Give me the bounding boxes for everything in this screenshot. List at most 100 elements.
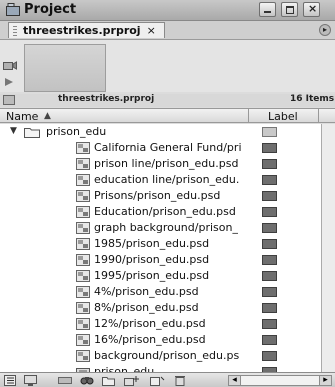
item-name: 4%/prison_edu.psd <box>94 285 199 298</box>
list-item[interactable]: prison_edu <box>0 364 321 372</box>
item-name: prison line/prison_edu.psd <box>94 157 239 170</box>
close-icon: × <box>308 2 318 15</box>
item-name: prison_edu <box>94 365 155 372</box>
play-icon[interactable] <box>4 77 14 87</box>
list-item[interactable]: education line/prison_edu. <box>0 172 321 188</box>
item-name: 12%/prison_edu.psd <box>94 317 206 330</box>
new-bin-icon[interactable] <box>102 375 115 386</box>
psd-file-icon <box>76 158 90 170</box>
find-icon[interactable] <box>80 375 94 386</box>
item-name: Education/prison_edu.psd <box>94 205 236 218</box>
list-item[interactable]: California General Fund/pri <box>0 140 321 156</box>
list-item[interactable]: 4%/prison_edu.psd <box>0 284 321 300</box>
psd-file-icon <box>76 318 90 330</box>
preview-area <box>0 40 335 92</box>
icon-view-icon[interactable] <box>24 375 37 386</box>
panel-bottom-toolbar: ◂ ▸ <box>0 372 335 387</box>
label-swatch[interactable] <box>262 239 277 249</box>
horizontal-scrollbar[interactable]: ◂ ▸ <box>228 375 332 386</box>
psd-file-icon <box>76 350 90 362</box>
bin-icon <box>3 95 15 105</box>
psd-file-icon <box>76 302 90 314</box>
item-name: graph background/prison_ <box>94 221 238 234</box>
item-name: 16%/prison_edu.psd <box>94 333 206 346</box>
label-swatch[interactable] <box>262 319 277 329</box>
item-name: 8%/prison_edu.psd <box>94 301 199 314</box>
scroll-left-icon[interactable]: ◂ <box>229 376 241 385</box>
list-item[interactable]: 12%/prison_edu.psd <box>0 316 321 332</box>
label-swatch[interactable] <box>262 223 277 233</box>
vertical-scrollbar[interactable] <box>321 124 335 372</box>
list-item[interactable]: 16%/prison_edu.psd <box>0 332 321 348</box>
list-view-icon[interactable] <box>4 375 16 386</box>
window-title: Project <box>24 2 77 17</box>
column-label-header[interactable]: Label <box>268 110 298 123</box>
list-item[interactable]: Education/prison_edu.psd <box>0 204 321 220</box>
tab-label: threestrikes.prproj <box>23 24 141 37</box>
list-item[interactable]: Prisons/prison_edu.psd <box>0 188 321 204</box>
list-item[interactable]: 1995/prison_edu.psd <box>0 268 321 284</box>
bin-name: prison_edu <box>46 125 107 138</box>
label-swatch[interactable] <box>262 143 277 153</box>
new-item-icon[interactable] <box>124 375 140 386</box>
minimize-button[interactable] <box>259 2 276 17</box>
psd-file-icon <box>76 190 90 202</box>
drag-grip-icon[interactable] <box>13 26 17 36</box>
automate-to-sequence-icon[interactable] <box>58 375 72 386</box>
column-divider[interactable] <box>318 109 319 122</box>
item-name: background/prison_edu.ps <box>94 349 240 362</box>
column-name-header[interactable]: Name <box>6 110 38 123</box>
label-swatch[interactable] <box>262 303 277 313</box>
psd-file-icon <box>76 254 90 266</box>
tab-close-icon[interactable]: × <box>147 24 156 37</box>
project-app-icon <box>6 3 20 16</box>
project-panel: Project × threestrikes.prproj × ▸ threest… <box>0 0 335 387</box>
poster-frame-icon[interactable] <box>3 61 17 70</box>
item-name: 1990/prison_edu.psd <box>94 253 210 266</box>
list-item[interactable]: 8%/prison_edu.psd <box>0 300 321 316</box>
delete-icon[interactable] <box>174 375 186 386</box>
label-swatch[interactable] <box>262 287 277 297</box>
column-divider[interactable] <box>248 109 249 122</box>
project-item-list: ▼ prison_edu California General Fund/pri… <box>0 124 321 372</box>
psd-file-icon <box>76 206 90 218</box>
panel-menu-button[interactable]: ▸ <box>319 24 331 36</box>
label-swatch[interactable] <box>262 191 277 201</box>
item-name: education line/prison_edu. <box>94 173 240 186</box>
item-count: 16 Items <box>290 94 335 104</box>
label-swatch[interactable] <box>262 207 277 217</box>
label-swatch[interactable] <box>262 175 277 185</box>
project-info-bar: threestrikes.prproj 16 Items <box>0 94 335 107</box>
list-item[interactable]: 1990/prison_edu.psd <box>0 252 321 268</box>
scroll-right-icon[interactable]: ▸ <box>319 376 331 385</box>
psd-file-icon <box>76 142 90 154</box>
bin-row[interactable]: ▼ prison_edu <box>0 124 321 140</box>
tab-project-file[interactable]: threestrikes.prproj × <box>8 22 165 38</box>
list-item[interactable]: background/prison_edu.ps <box>0 348 321 364</box>
list-item[interactable]: graph background/prison_ <box>0 220 321 236</box>
label-swatch[interactable] <box>262 271 277 281</box>
clear-icon[interactable] <box>148 375 165 386</box>
psd-file-icon <box>76 222 90 234</box>
project-name: threestrikes.prproj <box>58 94 155 104</box>
close-window-button[interactable]: × <box>303 2 320 17</box>
label-swatch[interactable] <box>262 127 277 137</box>
label-swatch[interactable] <box>262 255 277 265</box>
title-bar[interactable]: Project × <box>0 0 335 21</box>
label-swatch[interactable] <box>262 335 277 345</box>
label-swatch[interactable] <box>262 159 277 169</box>
label-swatch[interactable] <box>262 351 277 361</box>
sort-ascending-icon[interactable]: ▲ <box>44 111 51 121</box>
column-header: Name ▲ Label <box>0 108 335 123</box>
item-name: Prisons/prison_edu.psd <box>94 189 221 202</box>
list-item[interactable]: prison line/prison_edu.psd <box>0 156 321 172</box>
panel-tab-bar: threestrikes.prproj × ▸ <box>0 21 335 40</box>
folder-icon <box>24 128 40 138</box>
list-item[interactable]: 1985/prison_edu.psd <box>0 236 321 252</box>
item-name: 1985/prison_edu.psd <box>94 237 210 250</box>
psd-file-icon <box>76 286 90 298</box>
disclosure-triangle-icon[interactable]: ▼ <box>10 126 17 136</box>
item-name: California General Fund/pri <box>94 141 242 154</box>
maximize-button[interactable] <box>281 2 298 17</box>
psd-file-icon <box>76 270 90 282</box>
